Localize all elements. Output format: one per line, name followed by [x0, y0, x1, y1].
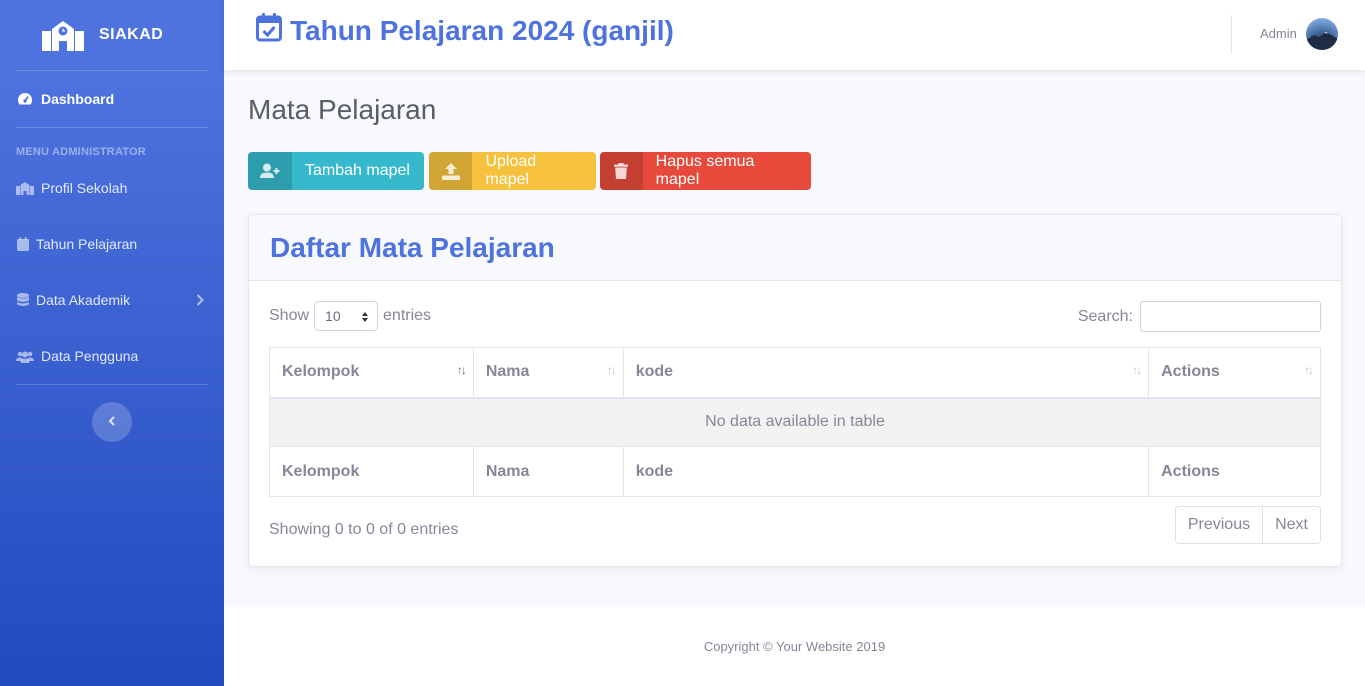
card-header: Daftar Mata Pelajaran [249, 215, 1341, 281]
sidebar-item-dashboard[interactable]: Dashboard [0, 71, 224, 127]
subjects-card: Daftar Mata Pelajaran Show 10 entries Se… [248, 214, 1342, 567]
school-icon [42, 18, 84, 52]
table-header-row: Kelompok ↑↓ Nama ↑↓ kode ↑↓ Actions ↑↓ [269, 347, 1321, 399]
search-input[interactable] [1140, 301, 1321, 332]
sidebar: SIAKAD Dashboard MENU ADMINISTRATOR Prof… [0, 0, 224, 686]
add-subject-button[interactable]: Tambah mapel [248, 152, 424, 190]
footer-column-actions: Actions [1148, 446, 1321, 497]
empty-table-message: No data available in table [269, 397, 1321, 447]
upload-subject-label: Upload mapel [485, 153, 537, 188]
entries-length-select[interactable]: 10 [314, 301, 379, 331]
school-icon [16, 181, 34, 195]
upload-subject-button[interactable]: Upload mapel [429, 152, 596, 190]
column-label: Kelompok [282, 363, 360, 381]
column-label: Nama [485, 363, 530, 381]
chevron-right-icon [196, 293, 204, 309]
upload-icon [429, 152, 473, 190]
table-row: No data available in table [269, 397, 1321, 447]
sidebar-item-label: Profil Sekolah [41, 180, 128, 196]
column-label: Actions [1161, 363, 1220, 381]
sidebar-item-profil-sekolah[interactable]: Profil Sekolah [0, 160, 224, 216]
sidebar-item-data-pengguna[interactable]: Data Pengguna [0, 328, 224, 384]
show-label: Show [269, 307, 310, 324]
card-title: Daftar Mata Pelajaran [270, 231, 555, 263]
delete-all-subjects-label: Hapus semua mapel [655, 153, 755, 188]
sidebar-item-label: Data Akademik [36, 292, 131, 308]
sidebar-toggle-button[interactable] [92, 402, 132, 442]
academic-year-title: Tahun Pelajaran 2024 (ganjil) [290, 14, 674, 46]
sort-icon: ↑↓ [1132, 363, 1142, 377]
user-name[interactable]: Admin [1260, 26, 1297, 41]
entries-length-value: 10 [325, 308, 341, 324]
sidebar-divider [16, 384, 208, 385]
next-page-button[interactable]: Next [1262, 507, 1320, 543]
avatar[interactable] [1306, 18, 1338, 50]
table-info: Showing 0 to 0 of 0 entries [269, 521, 459, 538]
calendar-check-icon [256, 12, 290, 49]
footer-column-kelompok: Kelompok [269, 446, 474, 497]
topbar-divider [1231, 15, 1232, 54]
footer-column-nama: Nama [472, 446, 624, 497]
entries-length-control: Show 10 entries [269, 301, 431, 331]
copyright-text: Copyright © Your Website 2019 [703, 639, 886, 654]
add-subject-label: Tambah mapel [305, 162, 410, 179]
sidebar-brand[interactable]: SIAKAD [0, 0, 224, 70]
column-header-kode[interactable]: kode ↑↓ [622, 347, 1150, 399]
tachometer-icon [16, 92, 34, 106]
sidebar-heading: MENU ADMINISTRATOR [16, 146, 146, 158]
brand-name: SIAKAD [99, 26, 164, 43]
sort-icon: ↑↓ [606, 363, 617, 377]
pagination: Previous Next [1174, 506, 1321, 544]
sidebar-item-label: Tahun Pelajaran [36, 236, 138, 252]
table-search: Search: [1078, 301, 1321, 332]
calendar-icon [16, 237, 29, 251]
sort-icon: ↑↓ [1304, 363, 1314, 377]
search-label: Search: [1077, 307, 1133, 325]
page-title: Mata Pelajaran [248, 94, 437, 125]
footer-column-kode: kode [622, 446, 1150, 497]
topbar: Tahun Pelajaran 2024 (ganjil) Admin [224, 0, 1365, 70]
table-footer-row: Kelompok Nama kode Actions [269, 446, 1321, 497]
column-header-nama[interactable]: Nama ↑↓ [472, 347, 624, 399]
trash-icon [600, 152, 643, 190]
chevron-left-icon [108, 413, 116, 431]
footer: Copyright © Your Website 2019 [224, 607, 1365, 686]
database-icon [16, 293, 29, 307]
previous-page-button[interactable]: Previous [1176, 507, 1262, 543]
column-header-kelompok[interactable]: Kelompok ↑↓ [269, 347, 474, 399]
sidebar-item-data-akademik[interactable]: Data Akademik [0, 272, 224, 328]
delete-all-subjects-button[interactable]: Hapus semua mapel [600, 152, 811, 190]
sidebar-item-label: Data Pengguna [41, 348, 139, 364]
column-header-actions[interactable]: Actions ↑↓ [1148, 347, 1321, 399]
sort-ascending-icon: ↑↓ [456, 363, 467, 377]
users-icon [16, 349, 34, 363]
subjects-table: Kelompok ↑↓ Nama ↑↓ kode ↑↓ Actions ↑↓ No da… [269, 347, 1321, 497]
column-label: kode [635, 363, 674, 381]
entries-label: entries [383, 307, 432, 324]
user-plus-icon [248, 152, 292, 190]
select-arrows-icon [361, 310, 369, 326]
sidebar-item-label: Dashboard [41, 91, 115, 107]
topbar-title: Tahun Pelajaran 2024 (ganjil) [256, 12, 674, 49]
sidebar-item-tahun-pelajaran[interactable]: Tahun Pelajaran [0, 216, 224, 272]
